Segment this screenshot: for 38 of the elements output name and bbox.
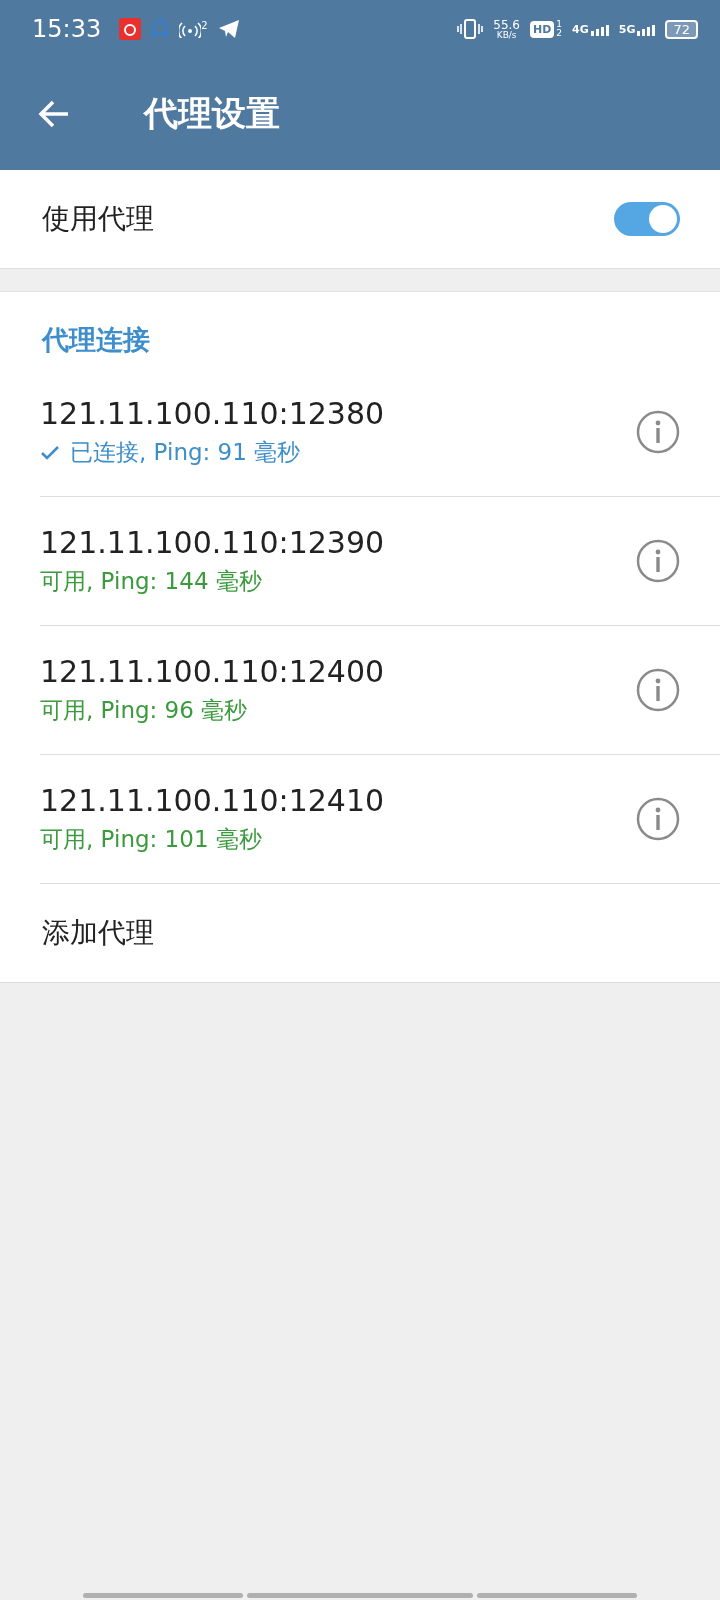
paper-plane-icon bbox=[217, 19, 240, 39]
cellular-signal: 4G bbox=[572, 22, 609, 36]
add-proxy-item[interactable]: 添加代理 bbox=[0, 884, 720, 982]
proxy-row[interactable]: 121.11.100.110:12410 可用, Ping: 101 毫秒 bbox=[40, 755, 720, 884]
battery-indicator: 72 bbox=[665, 19, 698, 39]
proxy-status: 可用, Ping: 96 毫秒 bbox=[40, 696, 248, 725]
screen-title: 代理设置 bbox=[144, 92, 280, 135]
info-button[interactable] bbox=[636, 410, 680, 454]
proxy-status: 已连接, Ping: 91 毫秒 bbox=[70, 438, 301, 467]
checkmark-icon bbox=[40, 444, 60, 461]
proxy-address: 121.11.100.110:12400 bbox=[40, 654, 385, 689]
info-button[interactable] bbox=[636, 539, 680, 583]
proxy-address: 121.11.100.110:12380 bbox=[40, 396, 385, 431]
info-icon bbox=[636, 668, 680, 712]
hotspot-count: 2 bbox=[201, 20, 208, 31]
status-time: 15:33 bbox=[32, 15, 102, 43]
proxy-row[interactable]: 121.11.100.110:12400 可用, Ping: 96 毫秒 bbox=[40, 626, 720, 755]
info-icon bbox=[636, 797, 680, 841]
proxy-address: 121.11.100.110:12390 bbox=[40, 525, 385, 560]
app-notification-icon bbox=[119, 18, 142, 40]
info-button[interactable] bbox=[636, 668, 680, 712]
vibrate-icon bbox=[457, 18, 484, 40]
proxy-status: 可用, Ping: 101 毫秒 bbox=[40, 825, 262, 854]
proxy-row[interactable]: 121.11.100.110:12390 可用, Ping: 144 毫秒 bbox=[40, 497, 720, 626]
cellular-signal: 5G bbox=[618, 22, 656, 36]
info-icon bbox=[636, 410, 680, 454]
info-button[interactable] bbox=[636, 797, 680, 841]
hotspot-icon bbox=[179, 20, 202, 38]
proxy-status: 可用, Ping: 144 毫秒 bbox=[40, 567, 262, 596]
use-proxy-row[interactable]: 使用代理 bbox=[0, 170, 720, 269]
network-speed: 55.6 KB/s bbox=[493, 18, 520, 40]
info-icon bbox=[636, 539, 680, 583]
section-heading: 代理连接 bbox=[40, 323, 151, 357]
toggle-switch[interactable] bbox=[614, 202, 680, 236]
proxy-row[interactable]: 121.11.100.110:12380 已连接, Ping: 91 毫秒 bbox=[40, 368, 720, 497]
proxy-address: 121.11.100.110:12410 bbox=[40, 783, 385, 818]
back-arrow-icon bbox=[38, 100, 70, 128]
use-proxy-label: 使用代理 bbox=[42, 201, 154, 237]
